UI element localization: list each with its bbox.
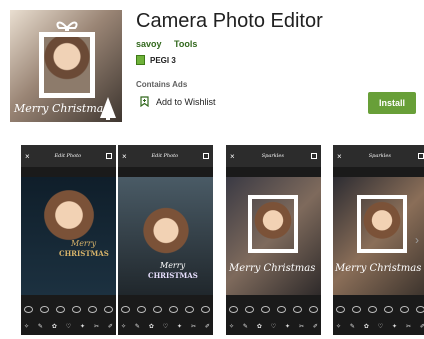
overlay-line-2: CHRISTMAS xyxy=(148,271,198,280)
close-icon: × xyxy=(25,151,30,161)
screenshot-header: Sparkles xyxy=(368,153,391,159)
overlay-line-1: Merry Christmas xyxy=(335,263,422,274)
pegi-icon xyxy=(136,55,145,65)
sticker-tray xyxy=(336,303,424,315)
screenshot-3[interactable]: × Sparkles Merry Christmas ✧ ✎ ✿ ♡ ✦ ✂ ✐ xyxy=(226,145,321,335)
sticker-tray xyxy=(24,303,113,315)
save-icon xyxy=(310,153,317,159)
next-screenshot-icon[interactable]: › xyxy=(415,233,419,247)
wishlist-button[interactable]: Add to Wishlist xyxy=(140,96,216,107)
sticker-tray xyxy=(121,303,210,315)
close-icon: × xyxy=(122,151,127,161)
portrait xyxy=(254,201,292,247)
tool-bar: ✧ ✎ ✿ ♡ ✦ ✂ ✐ xyxy=(229,323,318,330)
tool-bar: ✧ ✎ ✿ ♡ ✦ ✂ ✐ xyxy=(24,323,113,330)
app-meta: savoy Tools xyxy=(136,39,197,49)
sticker-tray xyxy=(229,303,318,315)
overlay-line-2: CHRISTMAS xyxy=(59,249,109,258)
install-button[interactable]: Install xyxy=(368,92,416,114)
portrait xyxy=(142,207,190,263)
screenshot-canvas: Merry Christmas xyxy=(333,177,424,295)
screenshot-header: Edit Photo xyxy=(54,153,82,159)
wishlist-label: Add to Wishlist xyxy=(156,96,216,107)
ads-notice: Contains Ads xyxy=(136,80,188,89)
screenshot-header: Sparkles xyxy=(261,153,284,159)
screenshot-topbar: × Edit Photo xyxy=(21,145,116,167)
bookmark-add-icon xyxy=(140,96,149,107)
portrait xyxy=(363,201,401,247)
screenshot-canvas: Merry Christmas xyxy=(226,177,321,295)
overlay-line-1: Merry Christmas xyxy=(229,263,316,274)
close-icon: × xyxy=(230,151,235,161)
icon-photo-frame xyxy=(39,32,95,98)
tool-bar: ✧ ✎ ✿ ♡ ✦ ✂ ✐ xyxy=(336,323,424,330)
screenshot-topbar: × Sparkles xyxy=(226,145,321,167)
screenshot-canvas: Merry CHRISTMAS xyxy=(21,177,116,295)
overlay-line-1: Merry xyxy=(160,261,186,270)
screenshot-4[interactable]: × Sparkles Merry Christmas ✧ ✎ ✿ ♡ ✦ ✂ ✐ xyxy=(333,145,424,335)
developer-link[interactable]: savoy xyxy=(136,39,162,49)
save-icon xyxy=(203,153,209,159)
icon-greeting-text: Merry Christmas xyxy=(14,102,109,115)
close-icon: × xyxy=(337,151,342,161)
overlay-line-1: Merry xyxy=(71,239,97,248)
screenshot-canvas: Merry CHRISTMAS xyxy=(118,177,213,295)
app-icon: Merry Christmas xyxy=(10,10,122,122)
content-rating-label: PEGI 3 xyxy=(150,55,176,65)
screenshot-header: Edit Photo xyxy=(151,153,179,159)
content-rating: PEGI 3 xyxy=(136,55,176,65)
category-link[interactable]: Tools xyxy=(174,39,197,49)
screenshot-topbar: × Sparkles xyxy=(333,145,424,167)
tool-bar: ✧ ✎ ✿ ♡ ✦ ✂ ✐ xyxy=(121,323,210,330)
christmas-tree-icon xyxy=(100,97,116,120)
app-title: Camera Photo Editor xyxy=(136,10,323,32)
icon-portrait xyxy=(44,37,90,93)
save-icon xyxy=(417,153,424,159)
screenshot-2[interactable]: × Edit Photo Merry CHRISTMAS ✧ ✎ ✿ ♡ ✦ ✂ ✐ xyxy=(118,145,213,335)
photo-frame xyxy=(357,195,407,253)
photo-frame xyxy=(248,195,298,253)
screenshot-topbar: × Edit Photo xyxy=(118,145,213,167)
screenshot-1[interactable]: × Edit Photo Merry CHRISTMAS ✧ ✎ ✿ ♡ ✦ ✂ ✐ xyxy=(21,145,116,335)
save-icon xyxy=(106,153,112,159)
